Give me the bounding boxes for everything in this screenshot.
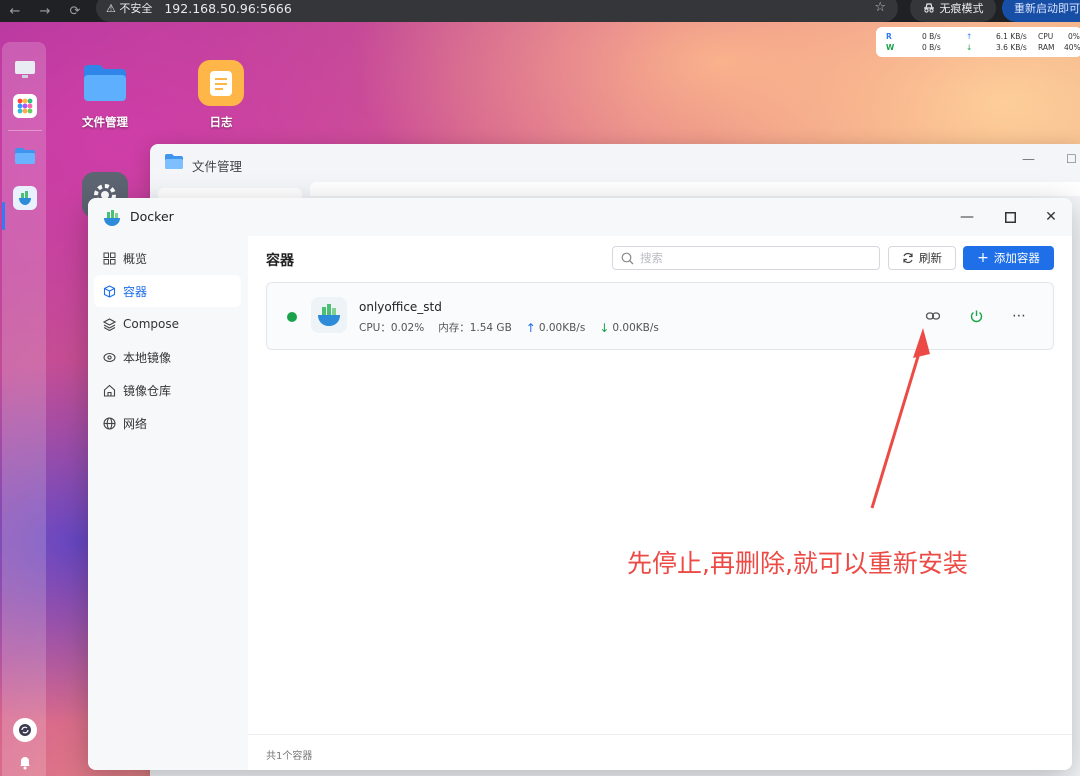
monitor-row-write: W 0 B/s ↓ 3.6 KB/s RAM 40%	[886, 43, 1080, 53]
add-container-label: 添加容器	[993, 251, 1040, 265]
power-icon[interactable]	[965, 305, 987, 327]
sidebar-item-image-registry[interactable]: 镜像仓库	[94, 374, 241, 406]
browser-toolbar: ← → ⟳ ⚠ 不安全 192.168.50.96:5666 ☆ 无痕模式 重新…	[0, 0, 1080, 22]
url-text: 192.168.50.96:5666	[164, 0, 292, 16]
close-icon[interactable]: ✕	[1040, 206, 1062, 228]
desktop-icon-label: 日志	[209, 115, 233, 129]
sidebar-item-network[interactable]: 网络	[94, 407, 241, 439]
refresh-button[interactable]: 刷新	[888, 246, 956, 270]
folder-icon	[165, 154, 183, 169]
restart-button[interactable]: 重新启动即可	[1002, 0, 1080, 22]
container-name[interactable]: onlyoffice_std	[359, 300, 442, 314]
system-monitor-widget: R 0 B/s ↑ 6.1 KB/s CPU 0% W 0 B/s ↓ 3.6 …	[876, 27, 1080, 57]
sidebar-item-label: 镜像仓库	[123, 383, 172, 398]
sidebar-item-label: 网络	[123, 416, 148, 431]
docker-icon[interactable]	[13, 186, 37, 210]
grid-icon	[102, 251, 116, 265]
sidebar-item-label: 概览	[123, 251, 148, 266]
maximize-icon[interactable]	[999, 206, 1021, 228]
monitor-icon[interactable]	[13, 58, 37, 82]
incognito-label: 无痕模式	[939, 2, 984, 15]
folder-icon[interactable]	[13, 144, 37, 168]
window-title: 文件管理	[192, 159, 243, 174]
refresh-label: 刷新	[919, 251, 942, 265]
fm-content-strip	[310, 182, 1080, 196]
dock-divider	[8, 130, 42, 131]
sidebar-item-local-images[interactable]: 本地镜像	[94, 341, 241, 373]
security-warning[interactable]: ⚠ 不安全	[106, 0, 152, 16]
desktop-icon-label: 文件管理	[82, 115, 128, 129]
sidebar-item-label: Compose	[123, 317, 180, 331]
incognito-icon	[923, 3, 934, 13]
star-icon[interactable]: ☆	[874, 0, 886, 15]
read-rate: 0 B/s	[922, 32, 941, 41]
cube-icon	[102, 284, 116, 298]
cpu-label: CPU	[1038, 32, 1054, 41]
ram-value: 40%	[1064, 43, 1080, 52]
refresh-icon	[903, 252, 913, 264]
docker-logo-icon	[104, 210, 120, 226]
bell-icon[interactable]	[13, 750, 37, 774]
address-bar[interactable]: ⚠ 不安全 192.168.50.96:5666 ☆	[96, 0, 898, 22]
home-icon	[102, 383, 116, 397]
folder-icon	[82, 60, 128, 106]
write-rate: 0 B/s	[922, 43, 941, 52]
annotation-text: 先停止,再删除,就可以重新安装	[627, 549, 968, 578]
ram-label: RAM	[1038, 43, 1055, 52]
desktop-icon-log[interactable]: 日志	[186, 60, 256, 130]
reload-icon[interactable]: ⟳	[60, 4, 90, 19]
monitor-row-read: R 0 B/s ↑ 6.1 KB/s CPU 0%	[886, 32, 1080, 42]
refresh-circle-icon[interactable]	[13, 718, 37, 742]
page-title: 容器	[266, 253, 294, 269]
onlyoffice-logo-icon	[311, 297, 347, 333]
upload-arrow-icon: ↑	[966, 32, 973, 41]
cpu-usage: CPU：0.02%	[359, 322, 425, 334]
maximize-icon[interactable]: ☐	[1066, 152, 1077, 166]
forward-icon[interactable]: →	[30, 4, 60, 19]
sidebar-item-containers[interactable]: 容器	[94, 275, 241, 307]
plus-icon: +	[977, 250, 989, 266]
upload-rate: 6.1 KB/s	[996, 32, 1027, 41]
more-icon[interactable]: ⋯	[1008, 305, 1030, 327]
upload-speed: 0.00KB/s	[538, 321, 586, 334]
incognito-indicator[interactable]: 无痕模式	[910, 0, 996, 22]
annotation-arrow	[870, 328, 930, 509]
download-arrow-icon: ↓	[966, 43, 973, 52]
sidebar-item-label: 容器	[123, 284, 148, 299]
minimize-icon[interactable]: —	[1022, 152, 1035, 167]
minimize-icon[interactable]: —	[956, 206, 978, 228]
globe-icon	[102, 416, 116, 430]
docker-sidebar: 概览 容器 Compose 本地镜像 镜像仓库 网络	[88, 236, 248, 770]
back-icon[interactable]: ←	[0, 4, 30, 19]
write-label: W	[886, 43, 895, 52]
memory-usage: 内存：1.54 GB	[438, 322, 512, 334]
layers-icon	[102, 317, 116, 331]
download-speed: 0.00KB/s	[612, 321, 659, 334]
download-arrow-icon: ↓	[599, 320, 610, 335]
upload-arrow-icon: ↑	[525, 320, 536, 335]
dock-active-indicator	[2, 202, 5, 230]
search-icon	[621, 252, 634, 264]
cpu-value: 0%	[1068, 32, 1080, 41]
download-rate: 3.6 KB/s	[996, 43, 1027, 52]
dock	[2, 42, 46, 776]
search-box[interactable]	[612, 246, 880, 270]
app-center-icon[interactable]	[13, 94, 37, 118]
docker-main: 容器 刷新 + 添加容器 onlyoffice_std CPU：0.02% 内存…	[248, 236, 1072, 770]
sidebar-item-overview[interactable]: 概览	[94, 242, 241, 274]
status-running-dot	[287, 312, 297, 322]
sidebar-item-compose[interactable]: Compose	[94, 308, 241, 340]
window-title: Docker	[130, 209, 174, 224]
log-icon	[198, 60, 244, 106]
disc-icon	[102, 350, 116, 364]
desktop-icon-file-manager[interactable]: 文件管理	[70, 60, 140, 130]
read-label: R	[886, 32, 892, 41]
container-stats: CPU：0.02% 内存：1.54 GB ↑ 0.00KB/s ↓ 0.00KB…	[359, 320, 659, 335]
docker-titlebar: Docker — ✕	[88, 198, 1072, 236]
add-container-button[interactable]: + 添加容器	[963, 246, 1054, 270]
search-input[interactable]	[640, 251, 860, 265]
container-count-footer: 共1个容器	[248, 734, 1072, 770]
sidebar-item-label: 本地镜像	[123, 350, 172, 365]
